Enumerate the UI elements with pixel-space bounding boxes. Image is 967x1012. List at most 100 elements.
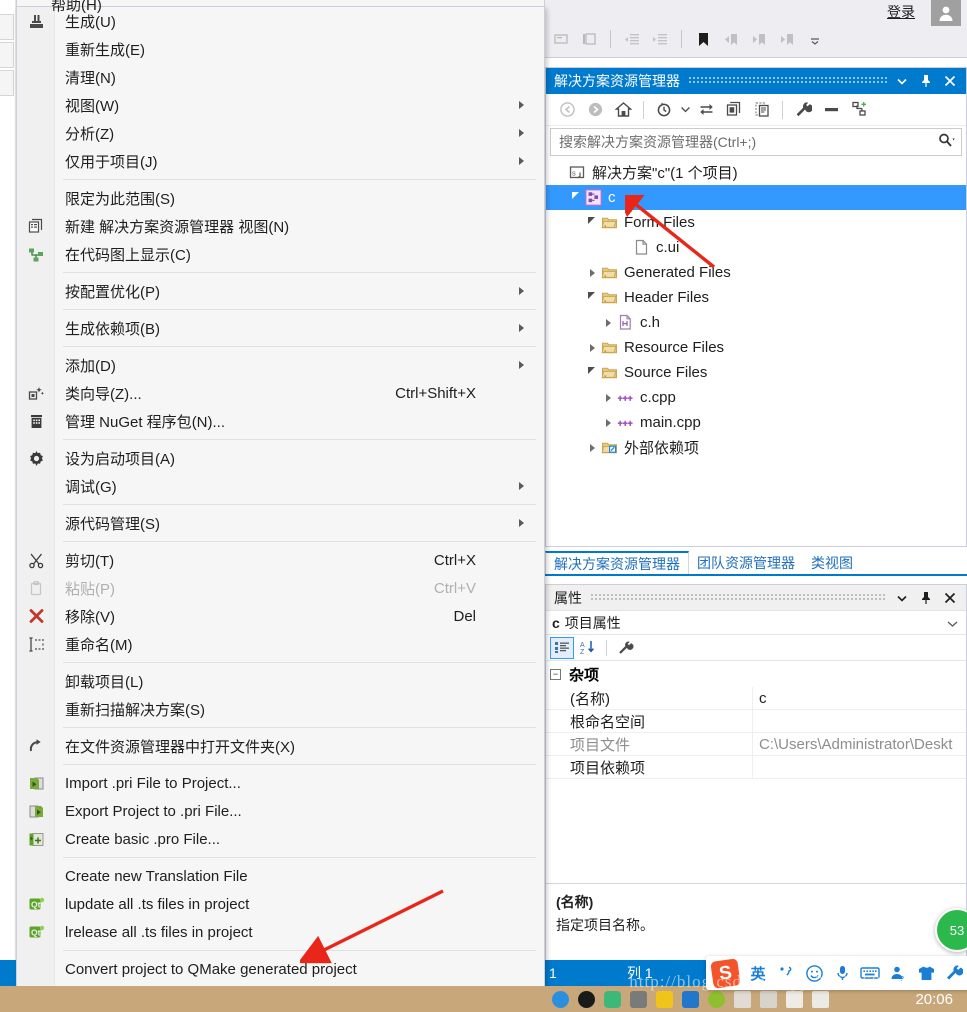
wrench-icon[interactable] bbox=[790, 97, 816, 123]
property-value[interactable] bbox=[752, 756, 966, 778]
taskbar-app-icon[interactable] bbox=[578, 990, 595, 1008]
taskbar-tray-icon[interactable] bbox=[760, 990, 777, 1008]
property-value[interactable]: C:\Users\Administrator\Deskt bbox=[752, 733, 966, 755]
taskbar-app-icon[interactable] bbox=[682, 990, 699, 1008]
menu-item-show-on-codemap[interactable]: 在代码图上显示(C) bbox=[17, 240, 544, 268]
alphabetical-icon[interactable]: AZ bbox=[576, 637, 600, 659]
sync-icon[interactable] bbox=[693, 97, 719, 123]
collapse-triangle-icon[interactable] bbox=[584, 215, 600, 231]
account-avatar-icon[interactable] bbox=[931, 0, 961, 26]
menu-item-add[interactable]: 添加(D) bbox=[17, 351, 544, 379]
window-menu-chevron-down-icon[interactable] bbox=[895, 74, 909, 88]
menu-item-open-folder[interactable]: 在文件资源管理器中打开文件夹(X) bbox=[17, 732, 544, 760]
menu-item-analyze[interactable]: 分析(Z) bbox=[17, 119, 544, 147]
collapse-group-icon[interactable]: − bbox=[550, 668, 561, 680]
tree-node-gen-files[interactable]: Generated Files bbox=[546, 260, 966, 285]
categorized-icon[interactable] bbox=[550, 636, 574, 659]
menu-item-debug[interactable]: 调试(G) bbox=[17, 472, 544, 500]
keyboard-icon[interactable] bbox=[859, 962, 881, 984]
refresh-icon[interactable] bbox=[749, 97, 775, 123]
skin-icon[interactable] bbox=[915, 962, 937, 984]
menu-item-manage-nuget[interactable]: 管理 NuGet 程序包(N)... bbox=[17, 407, 544, 435]
sogou-logo-icon[interactable]: S bbox=[710, 957, 741, 989]
bookmark-icon[interactable] bbox=[690, 26, 716, 52]
menu-item-convert-qmake[interactable]: Convert project to QMake generated proje… bbox=[17, 955, 544, 983]
menu-item-class-wizard[interactable]: 类向导(Z)... Ctrl+Shift+X bbox=[17, 379, 544, 407]
expand-triangle-icon[interactable] bbox=[600, 390, 616, 406]
home-icon[interactable] bbox=[610, 97, 636, 123]
menu-item-import-pri[interactable]: Import .pri File to Project... bbox=[17, 769, 544, 797]
tree-node-form-files[interactable]: Form Files bbox=[546, 210, 966, 235]
taskbar-app-icon[interactable] bbox=[604, 990, 621, 1008]
taskbar-app-icon[interactable] bbox=[708, 990, 725, 1008]
tree-node-ext-deps[interactable]: 外部依赖项 bbox=[546, 435, 966, 460]
property-row[interactable]: (名称) c bbox=[546, 687, 966, 710]
tree-node-solution[interactable]: s 解决方案"c"(1 个项目) bbox=[546, 160, 966, 185]
ime-mode-label[interactable]: 英 bbox=[747, 962, 769, 984]
menu-item-clean[interactable]: 清理(N) bbox=[17, 63, 544, 91]
menu-item-scope-to-this[interactable]: 限定为此范围(S) bbox=[17, 184, 544, 212]
menu-item-unload-project[interactable]: 卸载项目(L) bbox=[17, 667, 544, 695]
next-bookmark-icon[interactable] bbox=[746, 26, 772, 52]
menu-item-cut[interactable]: 剪切(T) Ctrl+X bbox=[17, 546, 544, 574]
pin-icon[interactable] bbox=[919, 74, 933, 88]
menu-item-create-translation[interactable]: Create new Translation File bbox=[17, 862, 544, 890]
collapse-all-icon[interactable] bbox=[818, 97, 844, 123]
chevron-down-icon[interactable] bbox=[679, 97, 691, 123]
taskbar-app-icon[interactable] bbox=[656, 990, 673, 1008]
window-menu-chevron-down-icon[interactable] bbox=[895, 591, 909, 605]
sign-in-link[interactable]: 登录 bbox=[887, 2, 915, 22]
menu-item-rename[interactable]: 重命名(M) bbox=[17, 630, 544, 658]
property-group-header[interactable]: − 杂项 bbox=[546, 661, 966, 687]
wrench-icon[interactable] bbox=[613, 637, 637, 659]
mic-icon[interactable] bbox=[831, 962, 853, 984]
expand-triangle-icon[interactable] bbox=[600, 415, 616, 431]
expand-triangle-icon[interactable] bbox=[584, 265, 600, 281]
tree-node-c-h[interactable]: c.h bbox=[546, 310, 966, 335]
tools-icon[interactable] bbox=[943, 962, 965, 984]
search-icon[interactable] bbox=[937, 132, 955, 153]
punctuation-icon[interactable] bbox=[775, 962, 797, 984]
show-all-files-icon[interactable] bbox=[721, 97, 747, 123]
menu-item-lrelease[interactable]: Qt lrelease all .ts files in project bbox=[17, 918, 544, 946]
tab-team-explorer[interactable]: 团队资源管理器 bbox=[689, 551, 803, 575]
menu-item-remove[interactable]: 移除(V) Del bbox=[17, 602, 544, 630]
tool-stub[interactable] bbox=[0, 42, 14, 68]
pin-icon[interactable] bbox=[919, 591, 933, 605]
collapse-triangle-icon[interactable] bbox=[584, 290, 600, 306]
class-view-icon[interactable] bbox=[846, 97, 872, 123]
menu-item-build-deps[interactable]: 生成依赖项(B) bbox=[17, 314, 544, 342]
pending-changes-icon[interactable] bbox=[651, 97, 677, 123]
toolbar-overflow-icon[interactable] bbox=[802, 26, 828, 52]
property-row[interactable]: 根命名空间 bbox=[546, 710, 966, 733]
taskbar-network-icon[interactable] bbox=[812, 990, 829, 1008]
property-row[interactable]: 项目文件 C:\Users\Administrator\Deskt bbox=[546, 733, 966, 756]
tree-node-hdr-files[interactable]: Header Files bbox=[546, 285, 966, 310]
tab-solution-explorer[interactable]: 解决方案资源管理器 bbox=[545, 551, 689, 575]
tree-node-c-ui[interactable]: c.ui bbox=[546, 235, 966, 260]
property-value[interactable]: c bbox=[752, 687, 966, 709]
tree-node-c-cpp[interactable]: c.cpp bbox=[546, 385, 966, 410]
menu-item-new-solexp-view[interactable]: 新建 解决方案资源管理器 视图(N) bbox=[17, 212, 544, 240]
menu-item-create-pro[interactable]: Create basic .pro File... bbox=[17, 825, 544, 853]
collapse-triangle-icon[interactable] bbox=[568, 190, 584, 206]
menu-item-export-pri[interactable]: Export Project to .pri File... bbox=[17, 797, 544, 825]
properties-object-selector[interactable]: c 项目属性 bbox=[546, 611, 966, 635]
taskbar-tray-icon[interactable] bbox=[734, 990, 751, 1008]
taskbar-app-icon[interactable] bbox=[630, 990, 647, 1008]
tree-node-main-cpp[interactable]: main.cpp bbox=[546, 410, 966, 435]
emoji-icon[interactable] bbox=[803, 962, 825, 984]
previous-bookmark-icon[interactable] bbox=[718, 26, 744, 52]
chevron-down-icon[interactable] bbox=[947, 615, 958, 631]
expand-triangle-icon[interactable] bbox=[584, 340, 600, 356]
property-value[interactable] bbox=[752, 710, 966, 732]
menu-item-view[interactable]: 视图(W) bbox=[17, 91, 544, 119]
uncomment-icon[interactable] bbox=[576, 26, 602, 52]
tree-node-res-files[interactable]: Resource Files bbox=[546, 335, 966, 360]
taskbar-volume-icon[interactable] bbox=[786, 990, 803, 1008]
clear-bookmarks-icon[interactable] bbox=[774, 26, 800, 52]
solution-explorer-search[interactable] bbox=[550, 128, 962, 156]
comment-icon[interactable] bbox=[548, 26, 574, 52]
menu-item-set-startup[interactable]: 设为启动项目(A) bbox=[17, 444, 544, 472]
expand-triangle-icon[interactable] bbox=[600, 315, 616, 331]
